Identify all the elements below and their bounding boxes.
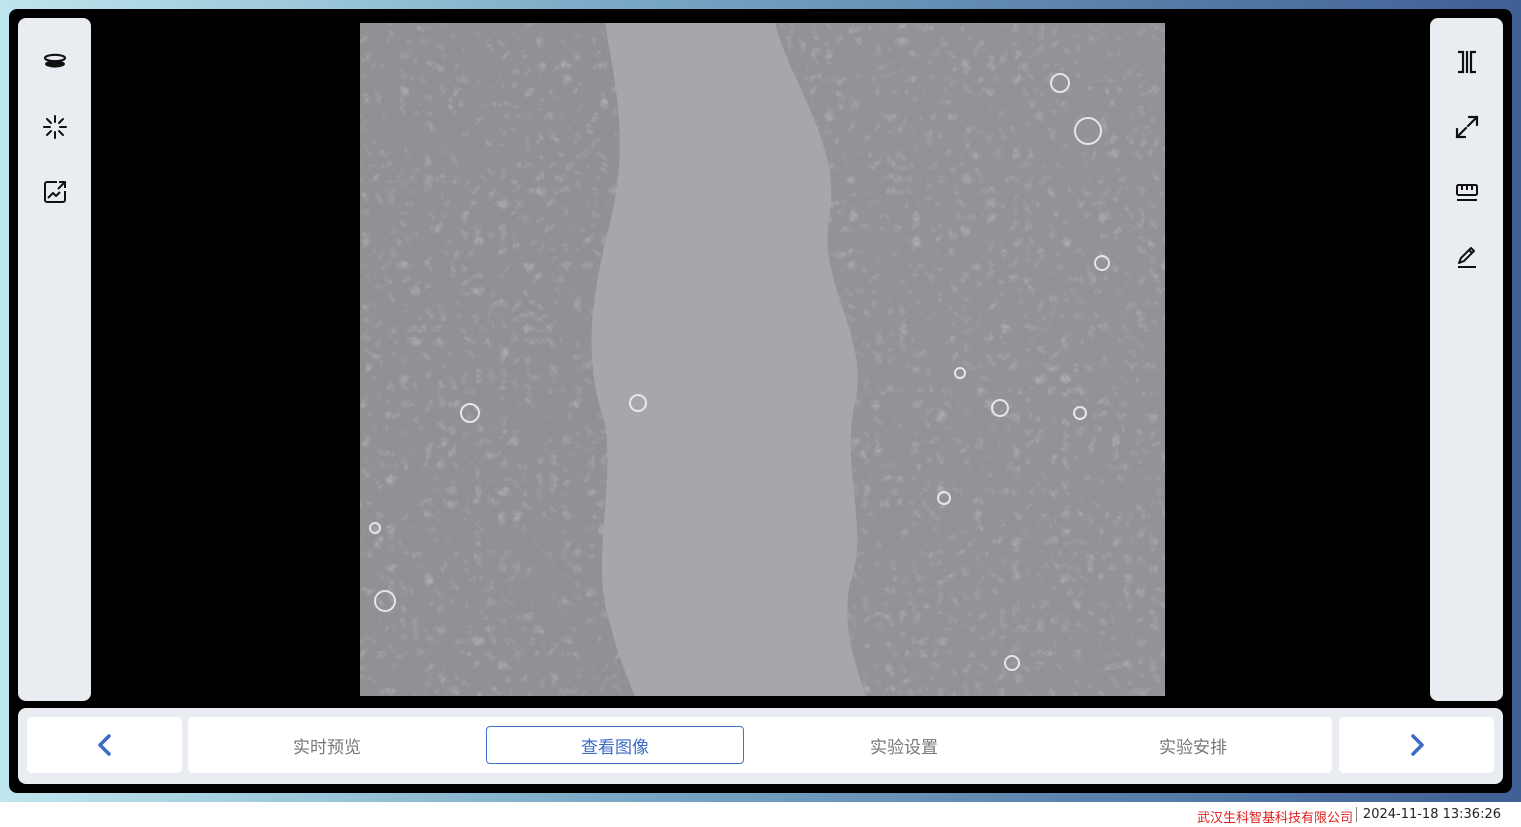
- app-window: 实时预览 查看图像 实验设置 实验安排: [9, 9, 1512, 793]
- company-name: 武汉生科智基科技有限公司: [1196, 811, 1353, 826]
- sparkle-enhance-icon: [43, 115, 67, 139]
- image-viewer[interactable]: [360, 23, 1165, 696]
- expand-fullscreen-icon: [1455, 115, 1479, 139]
- focus-layers-button[interactable]: [37, 44, 73, 80]
- split-compare-button[interactable]: [1449, 44, 1485, 80]
- app-frame: 实时预览 查看图像 实验设置 实验安排: [0, 0, 1521, 802]
- enhance-button[interactable]: [37, 109, 73, 145]
- right-toolbar: [1430, 18, 1503, 701]
- focus-layers-icon: [43, 53, 67, 68]
- next-button[interactable]: [1339, 717, 1494, 773]
- prev-button[interactable]: [27, 717, 182, 773]
- pencil-edit-icon: [1458, 247, 1476, 268]
- ruler-measure-icon: [1456, 184, 1478, 201]
- left-toolbar: [18, 18, 91, 701]
- tab-view-images[interactable]: 查看图像: [486, 726, 744, 764]
- bottom-nav-bar: 实时预览 查看图像 实验设置 实验安排: [18, 708, 1503, 784]
- tab-experiment-schedule[interactable]: 实验安排: [1064, 726, 1322, 764]
- microscope-image: [360, 23, 1165, 696]
- status-bar: 武汉生科智基科技有限公司 2024-11-18 13:36:26: [0, 802, 1521, 827]
- datetime-display: 2024-11-18 13:36:26: [1355, 807, 1501, 822]
- tab-strip: 实时预览 查看图像 实验设置 实验安排: [188, 717, 1332, 773]
- expand-fullscreen-button[interactable]: [1449, 109, 1485, 145]
- ruler-measure-button[interactable]: [1449, 174, 1485, 210]
- split-compare-icon: [1458, 50, 1476, 74]
- pencil-edit-button[interactable]: [1449, 239, 1485, 275]
- image-transfer-icon: [44, 181, 66, 203]
- image-transfer-button[interactable]: [37, 174, 73, 210]
- chevron-right-icon: [1410, 734, 1424, 756]
- tab-live-preview[interactable]: 实时预览: [198, 726, 456, 764]
- chevron-left-icon: [97, 734, 111, 756]
- tab-experiment-settings[interactable]: 实验设置: [775, 726, 1033, 764]
